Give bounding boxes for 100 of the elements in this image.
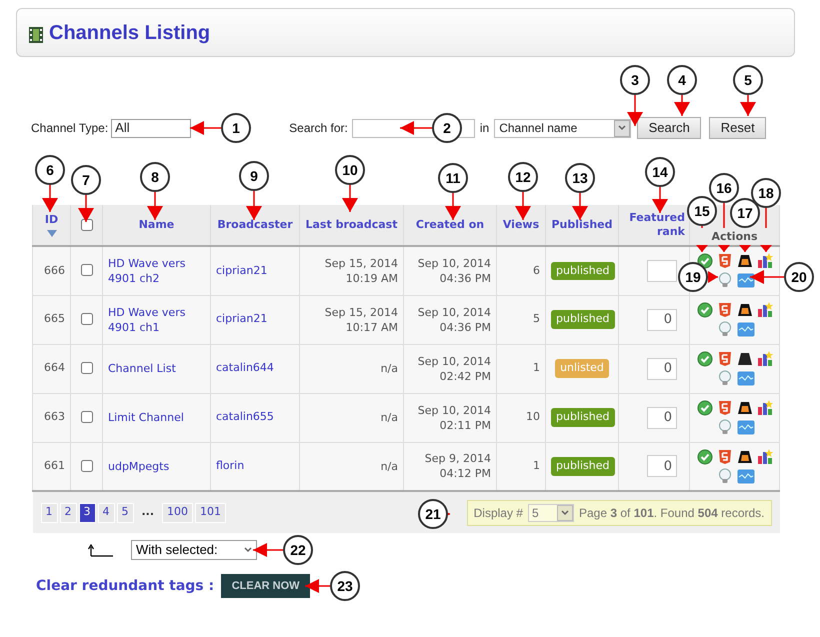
status-badge: unlisted [555, 359, 609, 378]
callout-arrow [750, 270, 784, 284]
channel-name-link[interactable]: Channel List [108, 361, 205, 376]
broadcaster-link[interactable]: catalin644 [216, 361, 274, 374]
field-label: Search for: [289, 120, 348, 137]
shield-icon[interactable] [717, 302, 733, 318]
wave-icon[interactable] [737, 272, 755, 288]
broadcaster-link[interactable]: catalin655 [216, 410, 274, 424]
trapezoid-icon[interactable] [737, 302, 753, 318]
page-size-select[interactable]: 5 [528, 504, 574, 522]
select-all-checkbox[interactable] [80, 218, 92, 231]
chart-star-icon[interactable] [757, 253, 773, 270]
rank-field[interactable]: 0 [647, 308, 677, 330]
page-link[interactable]: 1 [40, 502, 58, 522]
rank-field[interactable]: 0 [647, 406, 677, 428]
column-header[interactable]: Broadcaster [217, 218, 293, 231]
corner-arrow-icon [88, 544, 114, 556]
clear-now-button[interactable]: CLEAR NOW [221, 574, 310, 598]
shield-icon[interactable] [717, 253, 733, 270]
table-cell: 1 [533, 361, 540, 374]
status-badge: published [551, 408, 615, 427]
chart-star-icon[interactable] [757, 302, 773, 318]
table-cell-text: n/a [380, 458, 398, 474]
rank-field[interactable]: 0 [647, 358, 677, 380]
callout-number: 5 [733, 65, 763, 95]
callout-number: 14 [645, 157, 675, 187]
sort-icon[interactable] [46, 229, 56, 237]
page-link[interactable]: 3 [78, 502, 96, 522]
callout-number: 3 [620, 65, 650, 95]
callout-arrow [342, 185, 358, 212]
search-in-select[interactable]: Channel name [494, 118, 632, 138]
callout-arrow [246, 191, 262, 220]
rank-field[interactable] [647, 260, 677, 282]
bulk-action-select[interactable]: With selected: [131, 540, 257, 560]
table-cell-text: n/a [380, 361, 398, 376]
page-link[interactable]: 100 [162, 502, 194, 522]
column-header[interactable]: ID [44, 213, 58, 227]
check-icon[interactable] [697, 448, 713, 465]
leader-line [765, 208, 767, 228]
caret-icon[interactable] [618, 125, 626, 131]
shield-icon[interactable] [717, 351, 733, 367]
channel-name-link[interactable]: HD Wave vers 4901 ch1 [108, 304, 205, 334]
channel-name-link[interactable]: Limit Channel [108, 410, 205, 425]
search-button[interactable]: Search [637, 117, 702, 139]
channel-name-link[interactable]: udpMpegts [108, 458, 205, 474]
trapezoid-icon[interactable] [737, 253, 753, 270]
status-badge: published [551, 310, 615, 329]
table-cell: 10 [526, 410, 540, 424]
row-checkbox[interactable] [80, 264, 92, 276]
page-link[interactable]: 101 [195, 502, 226, 522]
callout-arrow [718, 245, 730, 252]
page-link[interactable]: 5 [116, 502, 134, 522]
rank-field[interactable]: 0 [647, 455, 677, 478]
shield-icon[interactable] [717, 448, 733, 465]
channel-name-link[interactable]: HD Wave vers 4901 ch2 [108, 256, 205, 286]
broadcaster-link[interactable]: ciprian21 [216, 312, 268, 326]
broadcaster-link[interactable]: florin [216, 459, 244, 472]
check-icon[interactable] [697, 302, 713, 318]
ellipsis: ... [140, 504, 156, 520]
column-header[interactable]: Last broadcast [306, 218, 398, 231]
column-header[interactable]: Published [551, 218, 613, 231]
caret-icon[interactable] [244, 547, 252, 553]
trapezoid-icon[interactable] [737, 351, 753, 367]
column-header[interactable]: Created on [416, 218, 484, 231]
check-icon[interactable] [697, 351, 713, 367]
trapezoid-icon[interactable] [737, 400, 753, 416]
table-cell-text: n/a [380, 410, 398, 425]
callout-number: 7 [71, 165, 101, 195]
caret-icon[interactable] [560, 510, 569, 516]
callout-arrow [78, 195, 94, 222]
page-link[interactable]: 2 [60, 502, 76, 522]
table-cell-text: Sep 9, 2014 04:12 PM [424, 451, 491, 482]
column-header[interactable]: Views [502, 218, 540, 231]
shield-icon[interactable] [717, 400, 733, 416]
row-checkbox[interactable] [80, 460, 92, 472]
dropdown-button[interactable] [556, 504, 573, 520]
broadcaster-link[interactable]: ciprian21 [216, 264, 268, 276]
leader-line [701, 226, 703, 228]
column-header[interactable]: Name [138, 218, 174, 231]
channel-type-select[interactable]: All [111, 118, 192, 138]
callout-arrow [627, 95, 643, 126]
table-cell: 664 [44, 361, 65, 374]
chart-star-icon[interactable] [757, 351, 773, 367]
table-cell: 661 [44, 459, 65, 472]
row-checkbox[interactable] [80, 362, 92, 374]
callout-arrow [305, 579, 330, 593]
row-checkbox[interactable] [80, 411, 92, 424]
chart-star-icon[interactable] [757, 400, 773, 416]
film-icon [29, 26, 43, 42]
table-cell: 6 [533, 264, 540, 276]
dropdown-button[interactable] [614, 120, 630, 136]
chart-star-icon[interactable] [757, 448, 773, 465]
reset-button[interactable]: Reset [709, 117, 766, 139]
row-checkbox[interactable] [80, 313, 92, 326]
trapezoid-icon[interactable] [737, 448, 753, 465]
records-summary: Page 3 of 101. Found 504 records. [578, 504, 764, 522]
page-link[interactable]: 4 [98, 502, 114, 522]
clear-tags-label: Clear redundant tags : [36, 576, 214, 596]
column-header[interactable]: Featured rank [623, 211, 685, 239]
check-icon[interactable] [697, 400, 713, 416]
